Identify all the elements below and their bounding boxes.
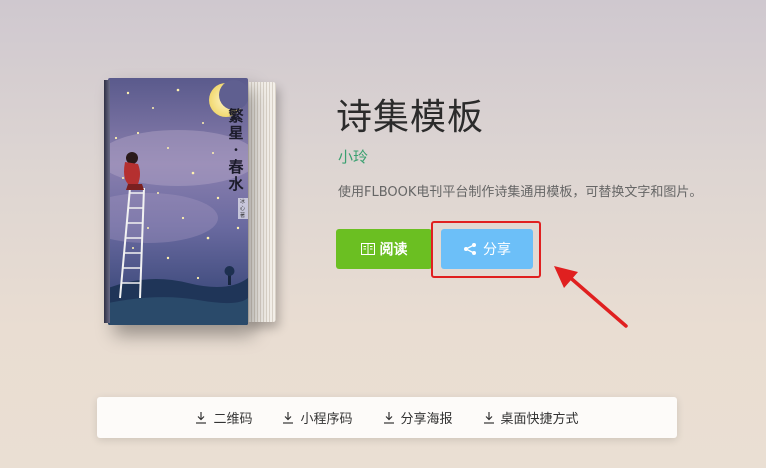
download-icon	[196, 412, 207, 424]
download-qrcode[interactable]: 二维码	[195, 408, 252, 427]
download-share-poster[interactable]: 分享海报	[383, 408, 453, 427]
download-bar: 二维码 小程序码 分享海报 桌面快捷方式	[97, 397, 677, 438]
book-spine	[104, 80, 110, 323]
download-label: 小程序码	[300, 412, 353, 427]
download-desktop-shortcut[interactable]: 桌面快捷方式	[483, 408, 579, 427]
read-button-label: 阅读	[379, 242, 408, 258]
cover-author: 冰心著	[238, 198, 248, 219]
download-label: 桌面快捷方式	[500, 412, 579, 427]
book-cover: 繁星·春水 冰心著	[108, 78, 248, 325]
annotation-arrow-icon	[554, 266, 628, 328]
cover-title: 繁星·春水	[228, 107, 244, 193]
download-icon	[283, 412, 294, 424]
read-button[interactable]: 阅读	[336, 229, 432, 269]
download-miniprogram-code[interactable]: 小程序码	[282, 408, 353, 427]
download-icon	[483, 412, 494, 424]
download-icon	[383, 412, 394, 424]
download-label: 二维码	[213, 412, 253, 427]
book-description: 使用FLBOOK电刊平台制作诗集通用模板，可替换文字和图片。	[338, 185, 703, 200]
author-name[interactable]: 小玲	[338, 146, 368, 167]
book-pages	[246, 82, 276, 322]
book-cover-image: 繁星·春水 冰心著	[100, 78, 280, 328]
share-highlight-annotation	[431, 221, 541, 278]
page-title: 诗集模板	[336, 97, 485, 138]
book-open-icon	[360, 243, 375, 255]
download-label: 分享海报	[400, 412, 453, 427]
